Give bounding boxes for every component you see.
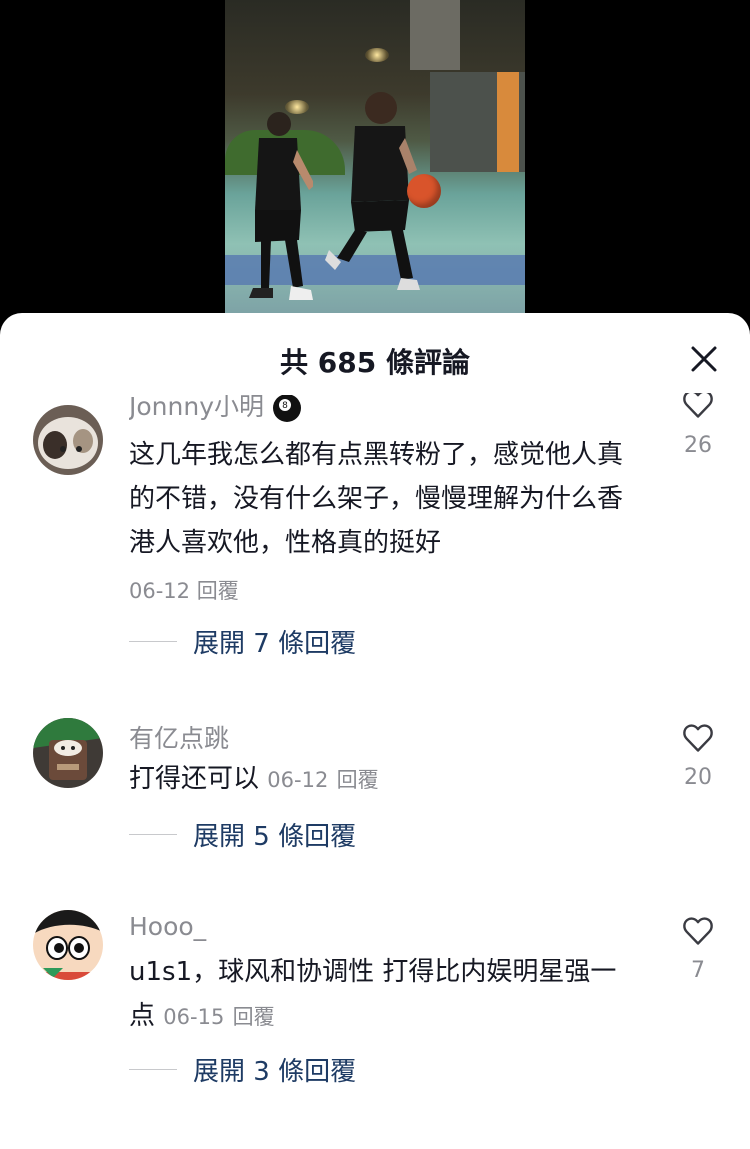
close-icon[interactable] <box>688 343 720 375</box>
comment-username[interactable]: Jonnny小明 8 <box>129 395 302 425</box>
comment-text: 打得还可以 06-12 回覆 <box>129 757 629 802</box>
svg-text:8: 8 <box>282 401 288 411</box>
expand-replies[interactable]: 展開 3 條回覆 <box>129 1051 356 1088</box>
comment-username[interactable]: Hooo_ <box>129 912 206 941</box>
comment-date: 06-15 <box>163 1005 225 1029</box>
comment-meta: 06-12 回覆 <box>129 575 239 605</box>
comment-item: Jonnny小明 8 这几年我怎么都有点黑转粉了，感觉他人真的不错，没有什么架子… <box>0 393 750 673</box>
comment-body: 打得还可以 <box>129 764 260 794</box>
sheet-header: 共 685 條評論 <box>0 313 750 405</box>
avatar[interactable] <box>33 405 103 475</box>
comment-item: 有亿点跳 打得还可以 06-12 回覆 展開 5 條回覆 20 <box>0 713 750 873</box>
avatar[interactable] <box>33 718 103 788</box>
comments-sheet: 共 685 條評論 Jonnny小明 8 这几年我怎么都有点黑转粉了，感觉他人真… <box>0 313 750 1149</box>
like-button[interactable]: 7 <box>672 912 724 983</box>
heart-icon[interactable] <box>680 912 716 948</box>
comment-text: u1s1，球风和协调性 打得比内娱明星强一点 06-15 回覆 <box>129 950 629 1039</box>
expand-replies-label[interactable]: 展開 7 條回覆 <box>193 623 356 660</box>
avatar[interactable] <box>33 910 103 980</box>
heart-icon[interactable] <box>680 719 716 755</box>
video-board-stripe <box>497 72 519 172</box>
divider <box>129 641 177 642</box>
expand-replies-label[interactable]: 展開 5 條回覆 <box>193 816 356 853</box>
comments-count-title: 共 685 條評論 <box>280 346 470 379</box>
divider <box>129 1069 177 1070</box>
comment-username[interactable]: 有亿点跳 <box>129 719 229 755</box>
comment-item: Hooo_ u1s1，球风和协调性 打得比内娱明星强一点 06-15 回覆 展開… <box>0 906 750 1106</box>
reply-button[interactable]: 回覆 <box>197 579 239 603</box>
video-light <box>365 48 389 62</box>
expand-replies[interactable]: 展開 5 條回覆 <box>129 816 356 853</box>
divider <box>129 834 177 835</box>
comment-date: 06-12 <box>267 768 329 792</box>
eight-ball-icon: 8 <box>272 395 301 422</box>
video-player-figure-2 <box>325 92 420 290</box>
comment-date: 06-12 <box>129 579 191 603</box>
comment-text: 这几年我怎么都有点黑转粉了，感觉他人真的不错，没有什么架子，慢慢理解为什么香港人… <box>129 440 624 558</box>
reply-button[interactable]: 回覆 <box>233 1005 275 1029</box>
expand-replies-label[interactable]: 展開 3 條回覆 <box>193 1051 356 1088</box>
heart-icon[interactable] <box>680 393 716 421</box>
video-frame[interactable] <box>225 0 525 313</box>
video-player-figure-1 <box>249 112 313 300</box>
like-count: 26 <box>684 433 712 458</box>
basketball <box>407 174 441 208</box>
like-button[interactable]: 26 <box>672 393 724 458</box>
video-player[interactable] <box>0 0 750 330</box>
video-building <box>410 0 460 70</box>
expand-replies[interactable]: 展開 7 條回覆 <box>129 623 356 660</box>
reply-button[interactable]: 回覆 <box>337 768 379 792</box>
like-count: 20 <box>684 765 712 790</box>
like-count: 7 <box>691 958 705 983</box>
like-button[interactable]: 20 <box>672 719 724 790</box>
